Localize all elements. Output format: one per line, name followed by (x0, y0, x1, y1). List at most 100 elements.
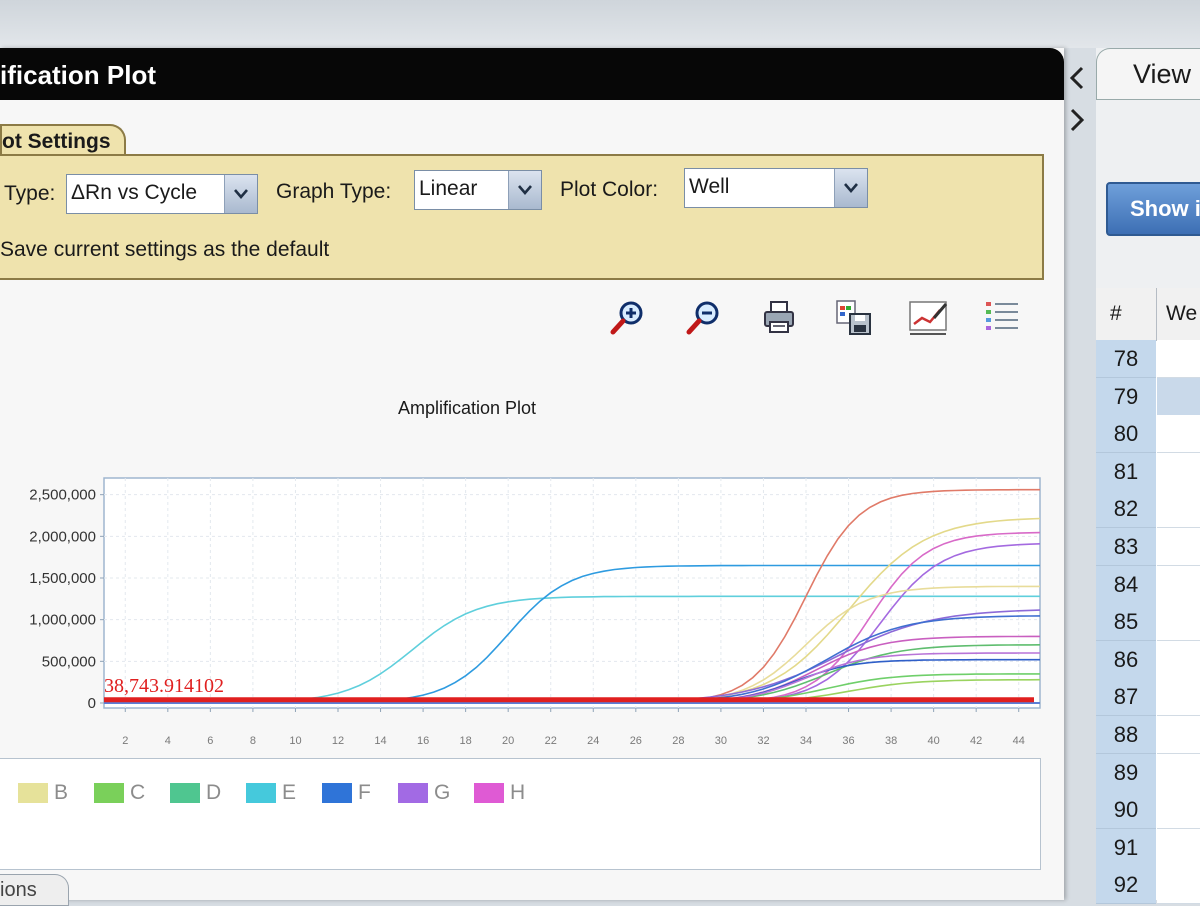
chevron-down-icon[interactable] (508, 171, 541, 209)
y-tick-label: 0 (88, 695, 96, 712)
legend-label: E (282, 781, 297, 804)
zoom-in-icon[interactable] (608, 298, 648, 338)
save-plot-icon[interactable] (834, 298, 874, 338)
threshold-label: 38,743.914102 (104, 675, 224, 697)
x-tick-label: 34 (800, 735, 812, 747)
show-button[interactable]: Show i (1106, 182, 1200, 236)
table-cell-well[interactable] (1157, 528, 1200, 566)
table-row[interactable]: 87 (1096, 678, 1156, 717)
table-row[interactable]: 88 (1096, 716, 1156, 754)
table-row[interactable]: 82 (1096, 490, 1156, 529)
chart-title: Amplification Plot (398, 398, 537, 418)
save-default-link[interactable]: Save current settings as the default (0, 238, 329, 262)
graph-type-value: Linear (419, 177, 478, 200)
panel-title-bar: ification Plot (0, 48, 1064, 100)
legend-swatch (170, 783, 200, 803)
table-cell-well[interactable] (1157, 753, 1200, 792)
x-tick-label: 44 (1013, 735, 1025, 747)
table-row[interactable]: 90 (1096, 791, 1156, 830)
table-cell-well[interactable] (1157, 340, 1200, 378)
legend-label: H (510, 781, 526, 804)
chevron-down-icon[interactable] (834, 169, 867, 207)
view-tab[interactable]: View (1096, 48, 1200, 100)
table-cell-well[interactable] (1157, 565, 1200, 604)
amplification-plot-panel: ification Plot ot Settings Type: ΔRn vs … (0, 48, 1064, 906)
x-tick-label: 12 (332, 735, 344, 747)
table-row[interactable]: 92 (1096, 866, 1156, 905)
table-cell-well[interactable] (1157, 377, 1200, 416)
table-cell-well[interactable] (1157, 640, 1200, 679)
x-tick-label: 32 (757, 735, 769, 747)
well-table-header: # We (1096, 288, 1200, 341)
well-table: # We 78 79 80 81 82 83 84 85 86 87 88 89 90 91 92 (1096, 288, 1200, 905)
plot-color-select[interactable]: Well (684, 168, 868, 208)
x-tick-label: 20 (502, 735, 514, 747)
plot-settings-tab-label: ot Settings (2, 130, 111, 153)
table-cell-well[interactable] (1157, 490, 1200, 529)
panel-title: ification Plot (0, 60, 156, 90)
window-top-strip (0, 0, 1200, 48)
y-tick-label: 2,500,000 (29, 487, 96, 504)
legend-swatch (398, 783, 428, 803)
table-row[interactable]: 81 (1096, 452, 1156, 491)
legend-list-icon[interactable] (982, 298, 1022, 338)
table-cell-well[interactable] (1157, 716, 1200, 754)
x-tick-label: 2 (122, 735, 128, 747)
y-tick-label: 2,000,000 (29, 528, 96, 545)
plot-type-label: Type: (4, 182, 56, 205)
x-tick-label: 18 (460, 735, 472, 747)
x-tick-label: 30 (715, 735, 727, 747)
x-tick-label: 10 (289, 735, 301, 747)
y-tick-label: 1,500,000 (29, 570, 96, 587)
table-cell-well[interactable] (1157, 828, 1200, 867)
chevron-down-icon[interactable] (224, 175, 257, 213)
table-row[interactable]: 86 (1096, 640, 1156, 679)
table-cell-well[interactable] (1157, 415, 1200, 454)
table-row[interactable]: 84 (1096, 565, 1156, 604)
table-row[interactable]: 78 (1096, 340, 1156, 378)
x-tick-label: 6 (207, 735, 213, 747)
table-row[interactable]: 85 (1096, 603, 1156, 642)
graph-type-select[interactable]: Linear (414, 170, 542, 210)
table-row[interactable]: 91 (1096, 828, 1156, 867)
right-panel: View Show i # We 78 79 80 81 82 83 84 85 86 87 88 8… (1096, 48, 1200, 905)
table-row[interactable]: 80 (1096, 415, 1156, 454)
legend-label: D (206, 781, 222, 804)
table-row[interactable]: 83 (1096, 528, 1156, 566)
panel-collapse-arrows[interactable] (1064, 60, 1094, 140)
plot-type-select[interactable]: ΔRn vs Cycle (66, 174, 258, 214)
table-cell-well[interactable] (1157, 866, 1200, 905)
table-cell-well[interactable] (1157, 678, 1200, 717)
column-divider (1156, 288, 1157, 340)
options-tab[interactable]: ions (0, 874, 69, 906)
table-row[interactable]: 79 (1096, 377, 1156, 416)
threshold-icon[interactable] (908, 298, 948, 338)
x-tick-label: 38 (885, 735, 897, 747)
table-cell-well[interactable] (1157, 603, 1200, 642)
x-tick-label: 40 (928, 735, 940, 747)
legend-swatch (18, 783, 48, 803)
graph-type-label: Graph Type: (276, 180, 392, 203)
legend-swatch (246, 783, 276, 803)
plot-settings-box: Type: ΔRn vs Cycle Graph Type: Linear Pl… (0, 154, 1044, 280)
legend-label: F (358, 781, 371, 804)
collapse-left-icon (1069, 66, 1084, 90)
column-header-number[interactable]: # (1110, 302, 1122, 326)
y-tick-label: 500,000 (42, 653, 96, 670)
column-header-well[interactable]: We (1166, 302, 1197, 326)
x-tick-label: 28 (672, 735, 684, 747)
legend-label: G (434, 781, 451, 804)
print-icon[interactable] (760, 298, 800, 338)
x-tick-label: 26 (630, 735, 642, 747)
y-tick-label: 1,000,000 (29, 612, 96, 629)
expand-right-icon (1070, 108, 1085, 132)
table-row[interactable]: 89 (1096, 753, 1156, 792)
table-cell-well[interactable] (1157, 791, 1200, 830)
table-cell-well[interactable] (1157, 452, 1200, 491)
zoom-out-icon[interactable] (684, 298, 724, 338)
plot-area (103, 477, 1041, 709)
legend-swatch (474, 783, 504, 803)
plot-type-value: ΔRn vs Cycle (71, 181, 198, 204)
x-tick-label: 36 (842, 735, 854, 747)
amplification-chart[interactable]: 2,500,000 2,000,000 1,500,000 1,000,000 500,… (0, 422, 1064, 782)
